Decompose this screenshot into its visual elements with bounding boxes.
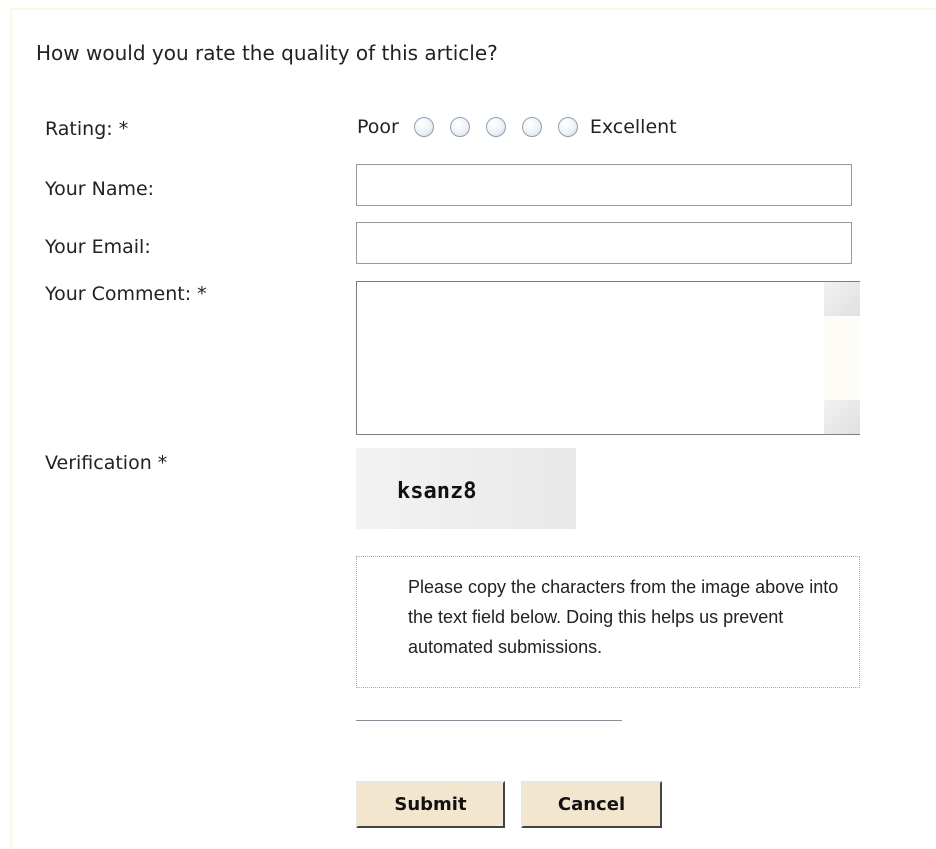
rating-radio-2[interactable] <box>449 117 470 137</box>
scroll-down-button[interactable] <box>824 400 860 434</box>
captcha-image: ksanz8 <box>356 448 576 529</box>
verification-input[interactable] <box>356 713 622 721</box>
rating-scale: Poor Excellent <box>357 116 677 138</box>
email-input[interactable] <box>356 222 852 264</box>
submit-button[interactable]: Submit <box>356 781 505 828</box>
captcha-text: ksanz8 <box>397 479 477 504</box>
name-input[interactable] <box>356 164 852 206</box>
rating-label: Rating: * <box>45 118 129 140</box>
rating-radio-1[interactable] <box>413 117 434 137</box>
rating-question: How would you rate the quality of this a… <box>36 41 498 65</box>
name-label: Your Name: <box>45 178 155 200</box>
comment-textarea[interactable] <box>356 281 860 435</box>
captcha-hint-text: Please copy the characters from the imag… <box>408 577 839 657</box>
scroll-up-button[interactable] <box>824 282 860 316</box>
rating-poor-label: Poor <box>357 116 399 138</box>
captcha-hint-box: Please copy the characters from the imag… <box>356 556 860 688</box>
comment-label: Your Comment: * <box>45 283 207 305</box>
cancel-button[interactable]: Cancel <box>521 781 662 828</box>
comment-scrollbar[interactable] <box>824 282 860 434</box>
rating-radio-3[interactable] <box>485 117 506 137</box>
rating-radio-4[interactable] <box>521 117 542 137</box>
verification-label: Verification * <box>45 452 168 474</box>
rating-excellent-label: Excellent <box>589 116 677 138</box>
email-label: Your Email: <box>45 236 151 258</box>
rating-radio-5[interactable] <box>557 117 578 137</box>
